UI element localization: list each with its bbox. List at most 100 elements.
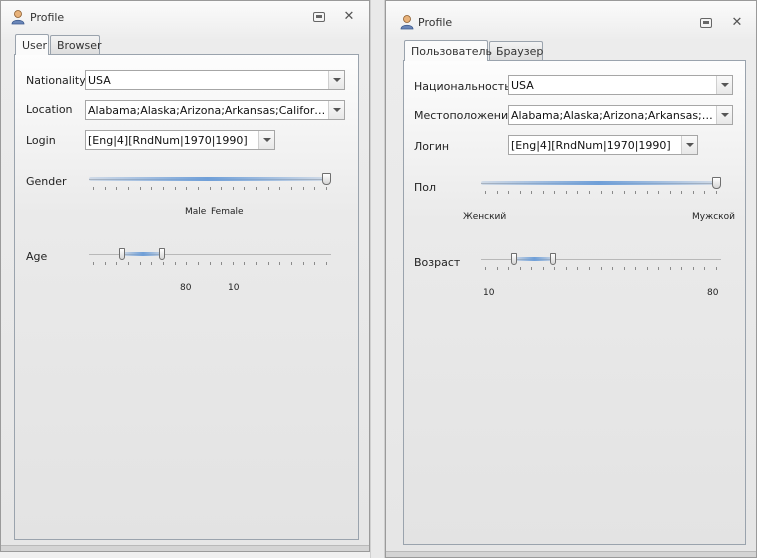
user-profile-icon xyxy=(11,10,25,25)
user-profile-icon xyxy=(400,15,414,30)
gender-scale-right: Мужской xyxy=(692,212,735,222)
slider-tick xyxy=(93,262,94,265)
slider-tick xyxy=(116,187,118,190)
close-icon[interactable]: ✕ xyxy=(731,16,743,29)
nationality-select[interactable]: USA xyxy=(85,70,345,90)
slider-tick xyxy=(485,267,486,270)
slider-tick xyxy=(519,191,521,194)
slider-tick xyxy=(704,191,706,194)
slider-tick xyxy=(623,267,625,270)
gender-slider[interactable] xyxy=(481,177,721,199)
gender-slider[interactable] xyxy=(89,173,331,195)
slider-tick xyxy=(508,191,510,194)
chevron-down-icon[interactable] xyxy=(716,106,732,124)
age-slider[interactable] xyxy=(89,248,331,270)
location-label: Location xyxy=(26,103,73,116)
nationality-label: Национальность xyxy=(414,80,511,93)
slider-tick xyxy=(127,187,129,190)
login-label: Логин xyxy=(414,140,450,153)
slider-thumb-min[interactable] xyxy=(511,253,518,265)
login-value: [Eng|4][RndNum|1970|1990] xyxy=(88,134,248,147)
login-select[interactable]: [Eng|4][RndNum|1970|1990] xyxy=(85,130,275,150)
slider-thumb-max[interactable] xyxy=(158,248,165,260)
title-bar[interactable]: Profile ✕ xyxy=(386,1,756,33)
slider-tick xyxy=(162,187,164,190)
tab-panel-user: Национальность USA Местоположение Alabam… xyxy=(403,60,746,545)
slider-fill xyxy=(123,252,163,256)
slider-tick xyxy=(291,262,293,265)
slider-tick xyxy=(681,267,683,270)
slider-tick xyxy=(600,267,602,270)
location-select[interactable]: Alabama;Alaska;Arizona;Arkansas;Californ… xyxy=(85,100,345,120)
slider-tick xyxy=(612,267,614,270)
gender-scale-right: Female xyxy=(211,207,244,217)
slider-tick xyxy=(577,267,579,270)
chevron-down-icon[interactable] xyxy=(258,131,274,149)
slider-tick xyxy=(174,187,176,190)
slider-fill xyxy=(89,177,326,181)
chevron-down-icon[interactable] xyxy=(681,136,697,154)
tab-user[interactable]: User xyxy=(15,34,49,55)
slider-tick xyxy=(127,262,129,265)
age-scale-left: 10 xyxy=(483,288,495,298)
tab-browser[interactable]: Browser xyxy=(50,35,102,55)
slider-tick xyxy=(279,187,281,190)
profile-window-russian: Profile ✕ Пользователь Браузер Националь… xyxy=(385,0,757,558)
nationality-select[interactable]: USA xyxy=(508,75,733,95)
location-value: Alabama;Alaska;Arizona;Arkansas;Californ… xyxy=(88,104,326,117)
slider-tick xyxy=(279,262,281,265)
slider-tick xyxy=(542,191,544,194)
slider-tick xyxy=(244,262,246,265)
slider-tick xyxy=(508,267,510,270)
slider-tick xyxy=(588,267,590,270)
chevron-down-icon[interactable] xyxy=(716,76,732,94)
slider-tick xyxy=(635,191,637,194)
slider-tick xyxy=(302,262,304,265)
slider-thumb[interactable] xyxy=(322,173,331,185)
slider-tick xyxy=(496,191,498,194)
slider-tick xyxy=(162,262,164,265)
restore-window-icon[interactable] xyxy=(313,12,325,22)
slider-tick xyxy=(496,267,498,270)
restore-window-icon[interactable] xyxy=(700,18,712,28)
slider-tick xyxy=(302,187,304,190)
close-icon[interactable]: ✕ xyxy=(343,10,355,23)
tab-user[interactable]: Пользователь xyxy=(404,40,492,61)
title-bar[interactable]: Profile ✕ xyxy=(1,1,369,33)
location-select[interactable]: Alabama;Alaska;Arizona;Arkansas;Californ… xyxy=(508,105,733,125)
slider-thumb-max[interactable] xyxy=(550,253,557,265)
slider-tick xyxy=(646,267,648,270)
slider-tick xyxy=(704,267,706,270)
slider-tick xyxy=(151,262,153,265)
slider-tick xyxy=(221,187,223,190)
login-select[interactable]: [Eng|4][RndNum|1970|1990] xyxy=(508,135,698,155)
slider-tick xyxy=(256,262,258,265)
slider-tick xyxy=(139,187,141,190)
profile-window-english: Profile ✕ User Browser Nationality USA L… xyxy=(0,0,370,552)
slider-thumb[interactable] xyxy=(712,177,721,189)
slider-tick xyxy=(139,262,141,265)
slider-tick xyxy=(326,187,327,190)
age-slider[interactable] xyxy=(481,253,721,275)
chevron-down-icon[interactable] xyxy=(328,101,344,119)
slider-thumb-min[interactable] xyxy=(119,248,126,260)
slider-tick xyxy=(291,187,293,190)
slider-tick xyxy=(209,187,211,190)
slider-tick xyxy=(314,262,316,265)
tab-browser[interactable]: Браузер xyxy=(489,41,543,61)
slider-tick xyxy=(565,191,567,194)
slider-tick xyxy=(565,267,567,270)
slider-tick xyxy=(232,262,234,265)
chevron-down-icon[interactable] xyxy=(328,71,344,89)
gender-label: Gender xyxy=(26,175,67,188)
slider-tick xyxy=(716,267,717,270)
slider-tick xyxy=(577,191,579,194)
slider-tick xyxy=(542,267,544,270)
slider-tick xyxy=(197,262,199,265)
gender-scale-left: Male xyxy=(185,207,207,217)
window-title: Profile xyxy=(418,16,453,29)
nationality-label: Nationality xyxy=(26,74,86,87)
slider-tick xyxy=(600,191,602,194)
slider-tick xyxy=(669,267,671,270)
location-label: Местоположение xyxy=(414,109,515,122)
